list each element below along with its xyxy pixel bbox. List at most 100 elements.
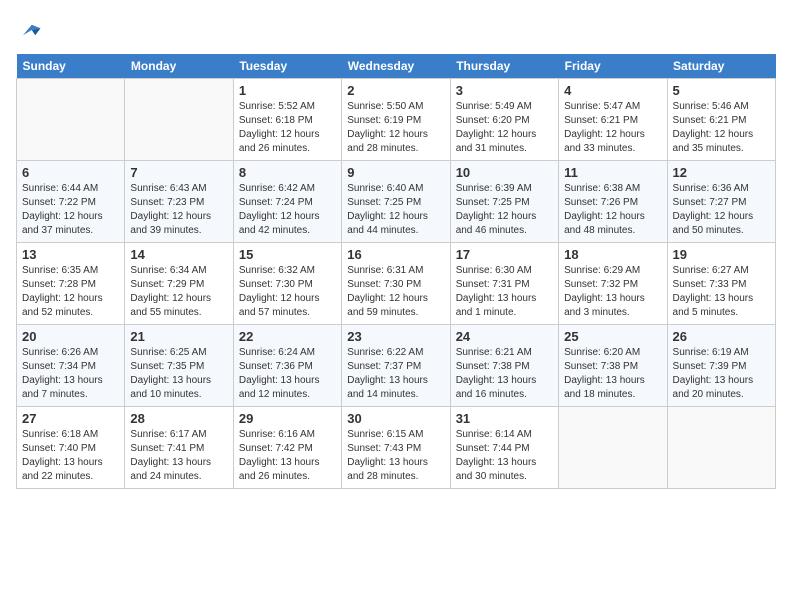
day-info: Sunrise: 6:27 AM Sunset: 7:33 PM Dayligh… [673, 264, 770, 320]
day-number: 9 [347, 165, 444, 180]
day-number: 27 [22, 411, 119, 426]
calendar-cell: 12 Sunrise: 6:36 AM Sunset: 7:27 PM Dayli… [667, 161, 775, 243]
calendar-cell [125, 79, 233, 161]
day-number: 25 [564, 329, 661, 344]
day-number: 12 [673, 165, 770, 180]
day-number: 2 [347, 83, 444, 98]
day-info: Sunrise: 5:46 AM Sunset: 6:21 PM Dayligh… [673, 100, 770, 156]
calendar-week-row: 13 Sunrise: 6:35 AM Sunset: 7:28 PM Dayli… [17, 243, 776, 325]
calendar-cell: 16 Sunrise: 6:31 AM Sunset: 7:30 PM Dayli… [342, 243, 450, 325]
day-info: Sunrise: 6:42 AM Sunset: 7:24 PM Dayligh… [239, 182, 336, 238]
day-info: Sunrise: 6:32 AM Sunset: 7:30 PM Dayligh… [239, 264, 336, 320]
calendar-cell: 11 Sunrise: 6:38 AM Sunset: 7:26 PM Dayli… [559, 161, 667, 243]
day-info: Sunrise: 6:38 AM Sunset: 7:26 PM Dayligh… [564, 182, 661, 238]
day-number: 3 [456, 83, 553, 98]
calendar-cell: 23 Sunrise: 6:22 AM Sunset: 7:37 PM Dayli… [342, 325, 450, 407]
day-info: Sunrise: 6:26 AM Sunset: 7:34 PM Dayligh… [22, 346, 119, 402]
day-info: Sunrise: 6:35 AM Sunset: 7:28 PM Dayligh… [22, 264, 119, 320]
day-number: 21 [130, 329, 227, 344]
day-number: 15 [239, 247, 336, 262]
calendar-table: SundayMondayTuesdayWednesdayThursdayFrid… [16, 54, 776, 489]
calendar-cell: 7 Sunrise: 6:43 AM Sunset: 7:23 PM Daylig… [125, 161, 233, 243]
calendar-header-row: SundayMondayTuesdayWednesdayThursdayFrid… [17, 54, 776, 79]
day-number: 4 [564, 83, 661, 98]
calendar-cell: 14 Sunrise: 6:34 AM Sunset: 7:29 PM Dayli… [125, 243, 233, 325]
column-header-monday: Monday [125, 54, 233, 79]
day-number: 29 [239, 411, 336, 426]
day-number: 10 [456, 165, 553, 180]
calendar-cell: 8 Sunrise: 6:42 AM Sunset: 7:24 PM Daylig… [233, 161, 341, 243]
calendar-cell: 5Sunrise: 5:46 AM Sunset: 6:21 PM Daylig… [667, 79, 775, 161]
logo-bird-icon [16, 16, 44, 44]
day-info: Sunrise: 6:34 AM Sunset: 7:29 PM Dayligh… [130, 264, 227, 320]
column-header-sunday: Sunday [17, 54, 125, 79]
day-info: Sunrise: 5:52 AM Sunset: 6:18 PM Dayligh… [239, 100, 336, 156]
day-number: 16 [347, 247, 444, 262]
day-number: 31 [456, 411, 553, 426]
calendar-cell: 20Sunrise: 6:26 AM Sunset: 7:34 PM Dayli… [17, 325, 125, 407]
day-number: 8 [239, 165, 336, 180]
day-info: Sunrise: 6:19 AM Sunset: 7:39 PM Dayligh… [673, 346, 770, 402]
day-info: Sunrise: 6:25 AM Sunset: 7:35 PM Dayligh… [130, 346, 227, 402]
column-header-thursday: Thursday [450, 54, 558, 79]
calendar-week-row: 1 Sunrise: 5:52 AM Sunset: 6:18 PM Daylig… [17, 79, 776, 161]
day-info: Sunrise: 5:50 AM Sunset: 6:19 PM Dayligh… [347, 100, 444, 156]
calendar-week-row: 20Sunrise: 6:26 AM Sunset: 7:34 PM Dayli… [17, 325, 776, 407]
day-info: Sunrise: 6:20 AM Sunset: 7:38 PM Dayligh… [564, 346, 661, 402]
calendar-cell: 25 Sunrise: 6:20 AM Sunset: 7:38 PM Dayli… [559, 325, 667, 407]
calendar-cell: 3 Sunrise: 5:49 AM Sunset: 6:20 PM Daylig… [450, 79, 558, 161]
calendar-week-row: 27Sunrise: 6:18 AM Sunset: 7:40 PM Dayli… [17, 407, 776, 489]
day-number: 26 [673, 329, 770, 344]
calendar-cell: 4 Sunrise: 5:47 AM Sunset: 6:21 PM Daylig… [559, 79, 667, 161]
calendar-cell: 30 Sunrise: 6:15 AM Sunset: 7:43 PM Dayli… [342, 407, 450, 489]
calendar-cell: 24 Sunrise: 6:21 AM Sunset: 7:38 PM Dayli… [450, 325, 558, 407]
calendar-cell: 1 Sunrise: 5:52 AM Sunset: 6:18 PM Daylig… [233, 79, 341, 161]
day-info: Sunrise: 6:43 AM Sunset: 7:23 PM Dayligh… [130, 182, 227, 238]
day-number: 7 [130, 165, 227, 180]
day-number: 13 [22, 247, 119, 262]
page-header [16, 16, 776, 44]
day-number: 11 [564, 165, 661, 180]
day-number: 24 [456, 329, 553, 344]
day-info: Sunrise: 5:47 AM Sunset: 6:21 PM Dayligh… [564, 100, 661, 156]
day-info: Sunrise: 6:16 AM Sunset: 7:42 PM Dayligh… [239, 428, 336, 484]
column-header-wednesday: Wednesday [342, 54, 450, 79]
day-number: 14 [130, 247, 227, 262]
day-info: Sunrise: 6:31 AM Sunset: 7:30 PM Dayligh… [347, 264, 444, 320]
day-info: Sunrise: 6:36 AM Sunset: 7:27 PM Dayligh… [673, 182, 770, 238]
day-info: Sunrise: 6:14 AM Sunset: 7:44 PM Dayligh… [456, 428, 553, 484]
day-info: Sunrise: 6:17 AM Sunset: 7:41 PM Dayligh… [130, 428, 227, 484]
day-number: 1 [239, 83, 336, 98]
day-info: Sunrise: 6:21 AM Sunset: 7:38 PM Dayligh… [456, 346, 553, 402]
calendar-cell: 22Sunrise: 6:24 AM Sunset: 7:36 PM Dayli… [233, 325, 341, 407]
day-number: 23 [347, 329, 444, 344]
calendar-cell: 29 Sunrise: 6:16 AM Sunset: 7:42 PM Dayli… [233, 407, 341, 489]
day-number: 17 [456, 247, 553, 262]
day-number: 19 [673, 247, 770, 262]
calendar-cell: 27Sunrise: 6:18 AM Sunset: 7:40 PM Dayli… [17, 407, 125, 489]
day-info: Sunrise: 6:29 AM Sunset: 7:32 PM Dayligh… [564, 264, 661, 320]
day-info: Sunrise: 6:30 AM Sunset: 7:31 PM Dayligh… [456, 264, 553, 320]
calendar-cell: 6Sunrise: 6:44 AM Sunset: 7:22 PM Daylig… [17, 161, 125, 243]
calendar-cell: 2 Sunrise: 5:50 AM Sunset: 6:19 PM Daylig… [342, 79, 450, 161]
calendar-cell: 13 Sunrise: 6:35 AM Sunset: 7:28 PM Dayli… [17, 243, 125, 325]
day-info: Sunrise: 6:39 AM Sunset: 7:25 PM Dayligh… [456, 182, 553, 238]
day-number: 30 [347, 411, 444, 426]
column-header-friday: Friday [559, 54, 667, 79]
calendar-cell: 31 Sunrise: 6:14 AM Sunset: 7:44 PM Dayli… [450, 407, 558, 489]
day-number: 6 [22, 165, 119, 180]
day-info: Sunrise: 6:15 AM Sunset: 7:43 PM Dayligh… [347, 428, 444, 484]
day-number: 18 [564, 247, 661, 262]
day-info: Sunrise: 6:24 AM Sunset: 7:36 PM Dayligh… [239, 346, 336, 402]
day-info: Sunrise: 6:22 AM Sunset: 7:37 PM Dayligh… [347, 346, 444, 402]
day-info: Sunrise: 6:40 AM Sunset: 7:25 PM Dayligh… [347, 182, 444, 238]
calendar-cell [17, 79, 125, 161]
calendar-cell: 17 Sunrise: 6:30 AM Sunset: 7:31 PM Dayli… [450, 243, 558, 325]
day-info: Sunrise: 5:49 AM Sunset: 6:20 PM Dayligh… [456, 100, 553, 156]
calendar-cell: 18 Sunrise: 6:29 AM Sunset: 7:32 PM Dayli… [559, 243, 667, 325]
calendar-cell: 26 Sunrise: 6:19 AM Sunset: 7:39 PM Dayli… [667, 325, 775, 407]
calendar-cell: 15 Sunrise: 6:32 AM Sunset: 7:30 PM Dayli… [233, 243, 341, 325]
calendar-cell: 28Sunrise: 6:17 AM Sunset: 7:41 PM Dayli… [125, 407, 233, 489]
calendar-cell [667, 407, 775, 489]
column-header-saturday: Saturday [667, 54, 775, 79]
